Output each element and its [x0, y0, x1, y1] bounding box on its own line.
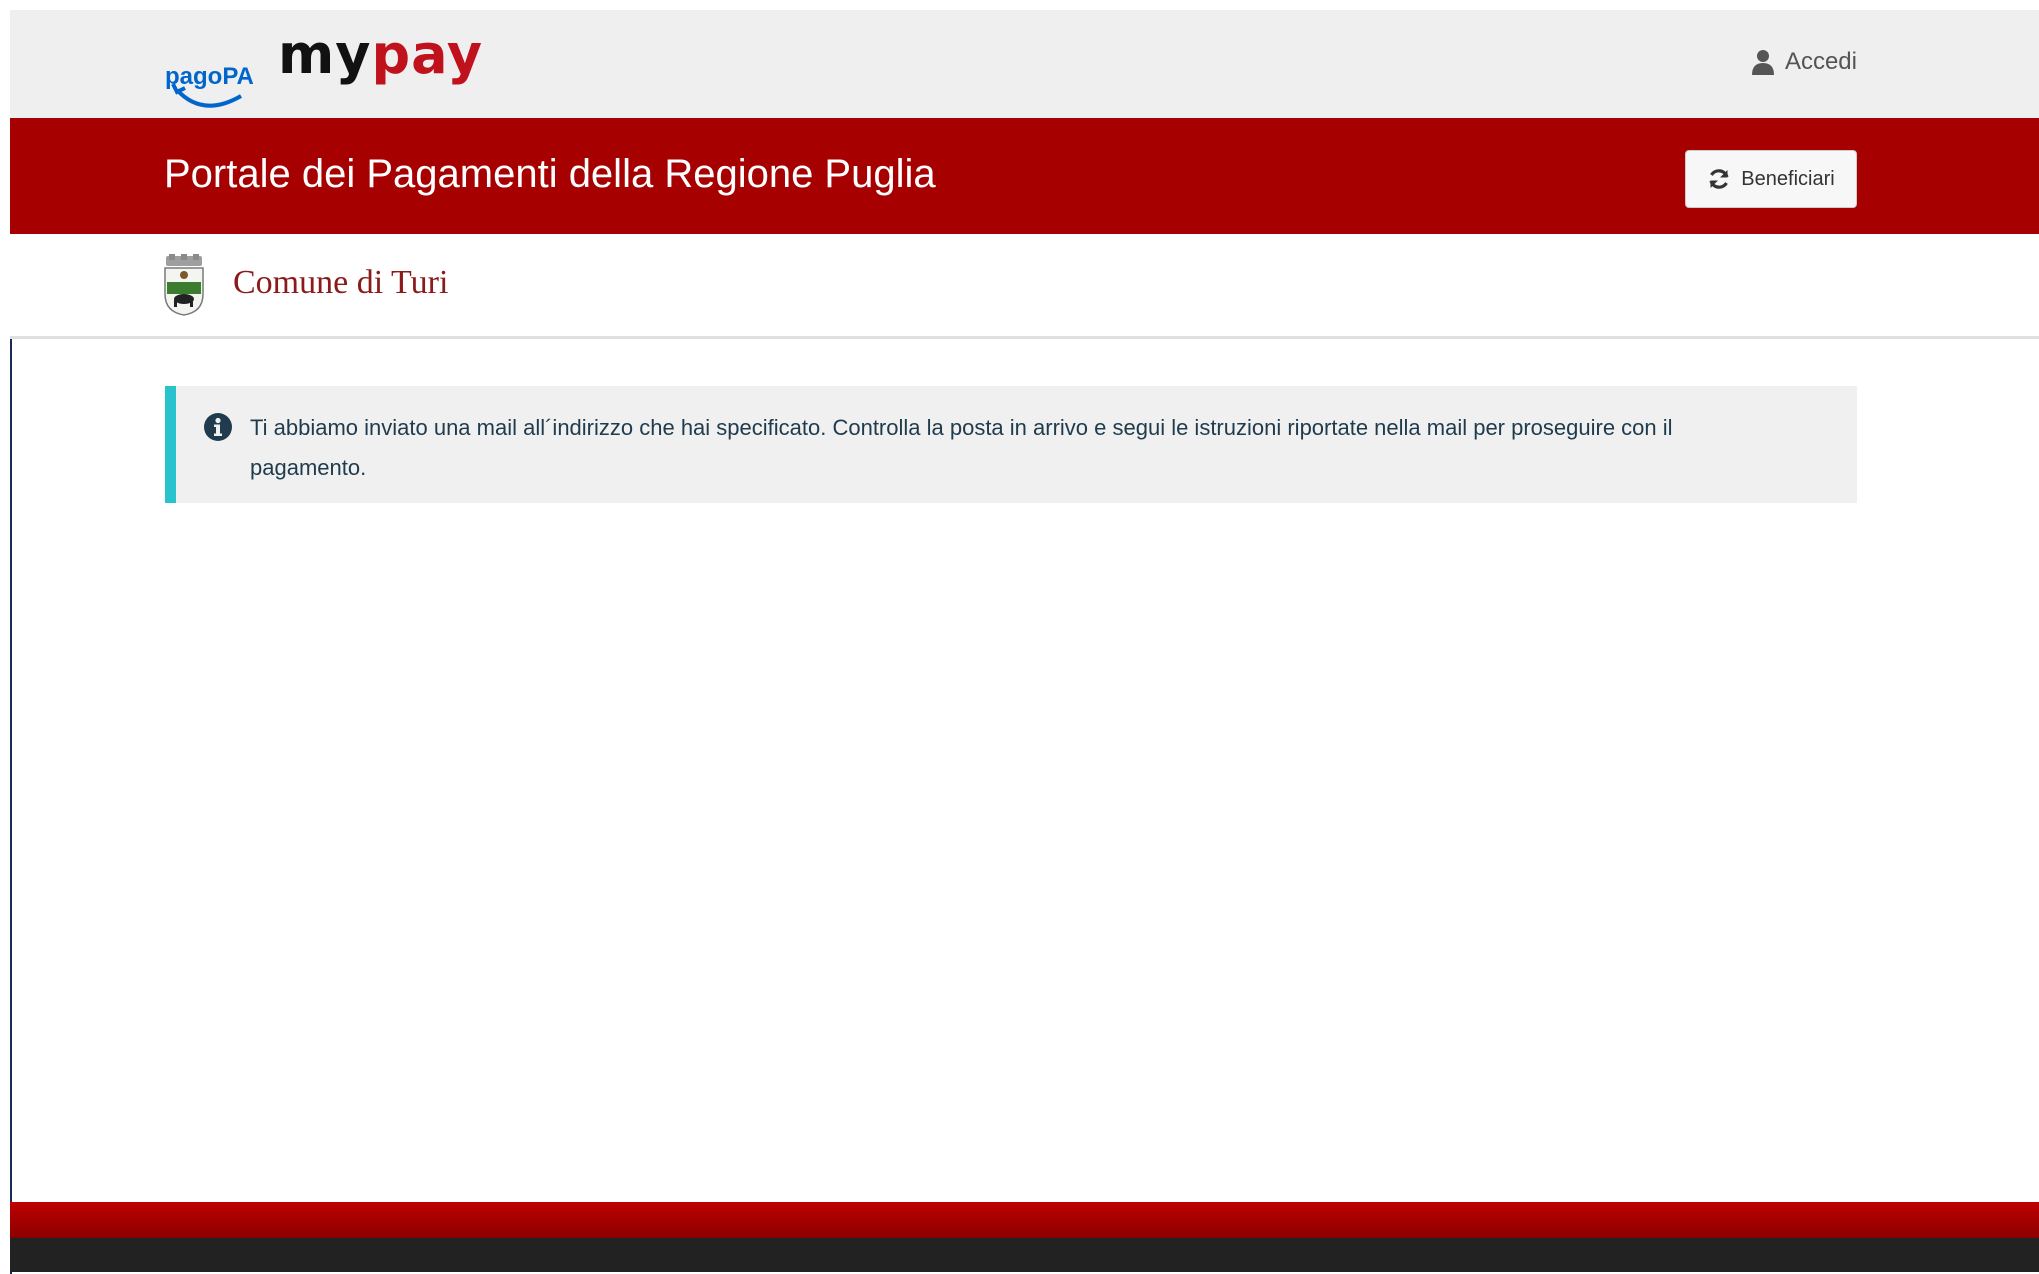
- coat-of-arms-icon: [164, 254, 204, 316]
- info-alert: Ti abbiamo inviato una mail all´indirizz…: [165, 386, 1857, 503]
- footer: [10, 1238, 2039, 1272]
- login-label: Accedi: [1784, 48, 1857, 75]
- pagopa-logo[interactable]: pagoPA: [163, 50, 263, 120]
- entity-bar: Comune di Turi: [10, 234, 2039, 339]
- page-title: Portale dei Pagamenti della Regione Pugl…: [164, 152, 936, 196]
- login-link[interactable]: Accedi: [1751, 48, 1857, 76]
- top-bar: pagoPA mypay Accedi: [10, 10, 2039, 118]
- info-circle-icon: [204, 413, 232, 441]
- svg-text:pagoPA: pagoPA: [165, 63, 254, 90]
- alert-message: Ti abbiamo inviato una mail all´indirizz…: [250, 415, 1673, 480]
- entity-name: Comune di Turi: [233, 264, 449, 301]
- portal-banner: Portale dei Pagamenti della Regione Pugl…: [10, 118, 2039, 234]
- refresh-icon: [1709, 169, 1729, 189]
- user-icon: [1751, 50, 1774, 75]
- footer-band: [10, 1202, 2039, 1238]
- beneficiari-button[interactable]: Beneficiari: [1685, 150, 1857, 208]
- beneficiari-label: Beneficiari: [1741, 167, 1835, 190]
- mypay-logo[interactable]: mypay: [278, 28, 483, 82]
